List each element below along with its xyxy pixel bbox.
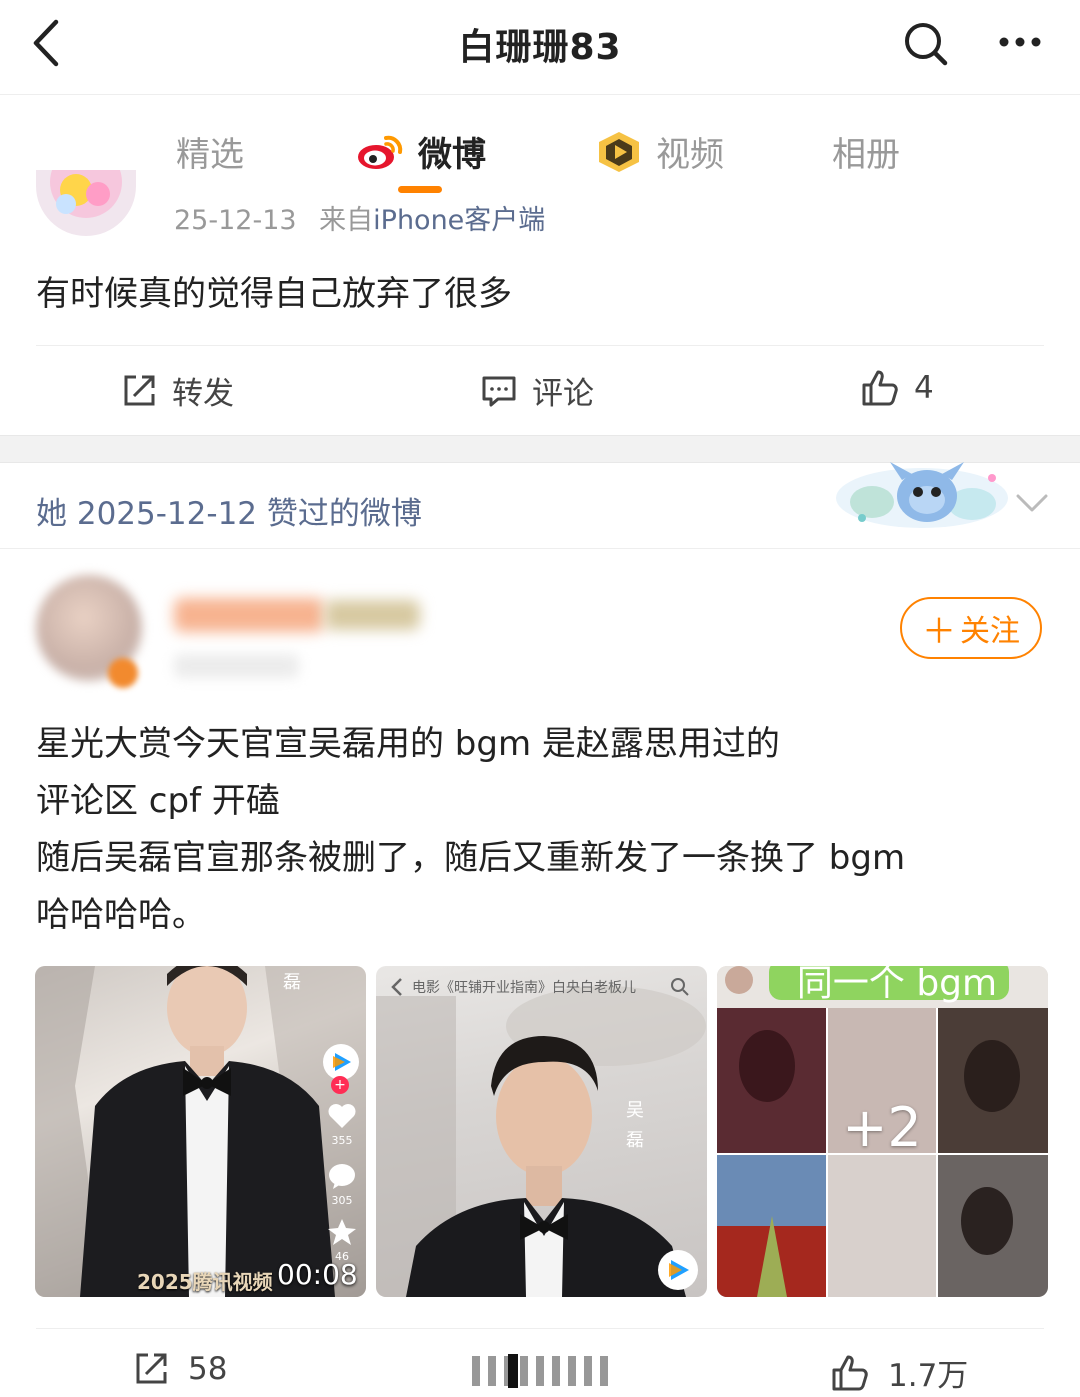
post-image-2[interactable]: 电影《旺铺开业指南》白央白老板儿 吴 磊	[376, 966, 707, 1297]
username-blurred[interactable]	[174, 598, 324, 632]
post-source[interactable]: iPhone客户端	[373, 205, 545, 236]
plus-icon: ＋	[922, 611, 956, 652]
like-button[interactable]: 4	[860, 368, 934, 408]
post-text: 星光大赏今天官宣吴磊用的 bgm 是赵露思用过的 评论区 cpf 开磕 随后吴磊…	[36, 716, 1046, 944]
comment-button[interactable]: 评论	[480, 368, 594, 413]
tencent-video-icon	[323, 1044, 359, 1080]
post-date-blurred	[174, 654, 299, 678]
post-text-line: 哈哈哈哈。	[36, 895, 206, 935]
side-watermark: 吴 磊	[626, 1096, 644, 1156]
member-badge-blurred	[325, 600, 420, 630]
post-text-line: 评论区 cpf 开磕	[36, 781, 280, 821]
comment-stat: 305	[325, 1162, 359, 1207]
search-icon[interactable]	[900, 18, 950, 68]
post-image-1[interactable]: 磊 + 355 305 46 2025腾讯视频 00:08	[35, 966, 366, 1297]
heart-count: 355	[331, 1134, 353, 1147]
divider	[0, 548, 1080, 549]
decorative-sticker	[832, 458, 1012, 534]
more-images-count: +2	[842, 1096, 922, 1159]
follow-button[interactable]: ＋关注	[900, 597, 1042, 659]
tab-video-label: 视频	[656, 135, 724, 175]
active-tab-indicator	[398, 186, 442, 193]
video-watermark: 2025腾讯视频	[137, 1270, 273, 1294]
repost-label: 转发	[172, 376, 234, 412]
side-watermark: 磊	[283, 972, 301, 993]
repost-button[interactable]: 转发	[120, 368, 234, 413]
thumbs-up-icon	[862, 370, 898, 406]
side-char: 吴	[626, 1100, 644, 1121]
star-icon	[328, 1219, 356, 1245]
tencent-video-icon	[658, 1250, 698, 1290]
repost-icon	[136, 1353, 167, 1384]
source-prefix: 来自	[319, 205, 374, 236]
thumbs-up-icon	[832, 1355, 868, 1390]
heart-icon	[328, 1104, 356, 1128]
tab-featured[interactable]: 精选	[176, 127, 244, 176]
divider	[36, 345, 1044, 346]
tab-weibo[interactable]: 微博	[356, 127, 486, 176]
more-dots-icon[interactable]	[995, 22, 1045, 62]
heart-stat: 355	[325, 1102, 359, 1147]
liked-section-header: 她 2025-12-12 赞过的微博	[36, 496, 422, 532]
weibo-logo-icon	[358, 135, 403, 169]
post-text-line: 星光大赏今天官宣吴磊用的 bgm 是赵露思用过的	[36, 724, 780, 764]
comment-button-blurred[interactable]	[410, 1350, 670, 1392]
tab-album[interactable]: 相册	[832, 127, 900, 176]
image-top-bar: 电影《旺铺开业指南》白央白老板儿	[390, 972, 695, 1002]
back-arrow-icon	[391, 978, 402, 996]
post-text-line: 随后吴磊官宣那条被删了，随后又重新发了一条换了 bgm	[36, 838, 906, 878]
post-image-3[interactable]: 同一个 bgm +2	[717, 966, 1048, 1297]
like-count: 4	[914, 370, 934, 406]
video-duration: 00:08	[277, 1258, 358, 1291]
repost-button[interactable]: 58	[132, 1350, 227, 1388]
profile-tabs: 精选 微博 视频 相册	[0, 95, 1080, 202]
plus-badge-icon: +	[331, 1076, 349, 1094]
divider	[36, 1328, 1044, 1329]
tab-video[interactable]: 视频	[596, 127, 724, 176]
comment-bubble-icon	[329, 1164, 355, 1189]
image-top-text: 电影《旺铺开业指南》白央白老板儿	[412, 980, 636, 996]
comment-icon	[482, 376, 516, 406]
comment-count: 305	[331, 1194, 353, 1207]
fav-stat: 46	[325, 1218, 359, 1263]
comment-label: 评论	[532, 376, 594, 412]
post-text: 有时候真的觉得自己放弃了很多	[36, 274, 512, 314]
side-char: 磊	[626, 1130, 644, 1151]
chevron-down-icon[interactable]	[1014, 488, 1050, 518]
search-icon	[671, 978, 689, 996]
follow-label: 关注	[960, 614, 1020, 649]
video-badge-icon	[599, 131, 639, 172]
post-date: 25-12-13	[174, 205, 297, 236]
image-top-text: 同一个 bgm	[796, 966, 998, 1004]
post-meta: 25-12-13 来自iPhone客户端	[174, 198, 545, 237]
avatar[interactable]	[36, 170, 136, 236]
repost-count: 58	[188, 1351, 228, 1387]
like-count: 1.7万	[888, 1358, 969, 1394]
repost-icon	[124, 375, 155, 405]
tab-weibo-label: 微博	[418, 135, 486, 175]
verified-badge	[108, 658, 138, 688]
like-button[interactable]: 1.7万	[830, 1350, 968, 1395]
